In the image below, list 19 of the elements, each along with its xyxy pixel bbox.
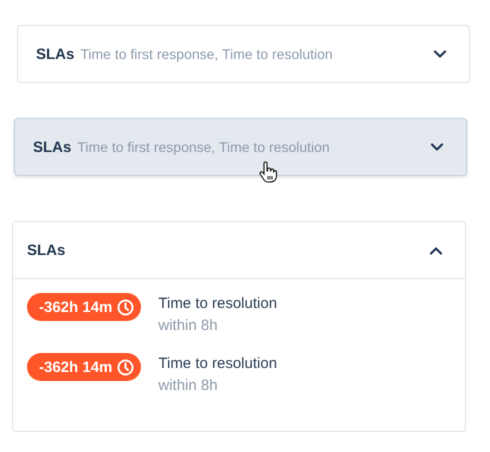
- sla-panel[interactable]: SLAs -362h 14m Time to resolution within 8h -362h 14m Time to resolution within 8h: [12, 221, 466, 432]
- sla-panel[interactable]: SLAs Time to first response, Time to resolution: [17, 25, 470, 83]
- chevron-down-icon[interactable]: [430, 142, 444, 152]
- panel-title: SLAs: [27, 242, 66, 258]
- panel-title: SLAs: [36, 46, 74, 62]
- panel-title: SLAs: [33, 138, 72, 156]
- sla-name: Time to resolution: [158, 295, 278, 312]
- sla-target: within 8h: [158, 317, 219, 334]
- clock-icon: [117, 358, 134, 376]
- overdue-badge: -362h 14m: [27, 353, 142, 381]
- sla-name: Time to resolution: [158, 355, 278, 372]
- chevron-down-icon[interactable]: [433, 50, 447, 58]
- sla-target: within 8h: [158, 377, 219, 394]
- overdue-badge: -362h 14m: [27, 293, 142, 321]
- panel-summary: Time to first response, Time to resolution: [77, 139, 330, 155]
- panel-summary: Time to first response, Time to resolution: [80, 46, 333, 62]
- clock-icon: [117, 298, 134, 316]
- hand-cursor-icon: [258, 161, 278, 183]
- chevron-up-icon[interactable]: [429, 246, 443, 254]
